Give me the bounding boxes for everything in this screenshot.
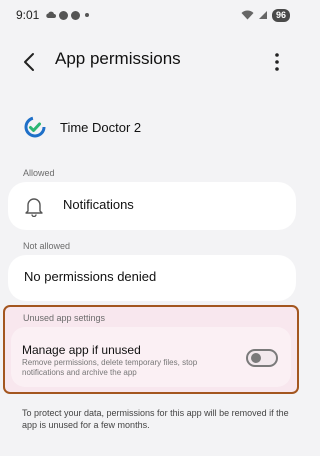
section-label-not-allowed: Not allowed <box>23 241 71 251</box>
manage-app-toggle[interactable] <box>246 349 278 367</box>
status-time: 9:01 <box>16 8 40 22</box>
time-doctor-logo-icon <box>24 116 46 138</box>
app-info-row: Time Doctor 2 <box>24 114 141 140</box>
messenger-icon <box>59 10 69 20</box>
section-label-unused: Unused app settings <box>23 313 106 323</box>
section-label-allowed: Allowed <box>23 168 55 178</box>
manage-app-title: Manage app if unused <box>22 343 141 357</box>
back-button[interactable] <box>18 50 42 74</box>
manage-app-if-unused-item[interactable]: Manage app if unused Remove permissions,… <box>11 327 291 387</box>
more-vert-icon <box>275 53 279 71</box>
app-bar: App permissions <box>0 42 304 78</box>
more-notifications-dot-icon <box>85 13 90 17</box>
app-name: Time Doctor 2 <box>60 119 142 135</box>
status-notification-icons <box>45 10 90 20</box>
no-permissions-denied-item: No permissions denied <box>8 255 296 301</box>
back-arrow-icon <box>24 53 34 71</box>
more-options-button[interactable] <box>266 50 288 74</box>
battery-indicator: 96 <box>271 8 290 22</box>
footer-note: To protect your data, permissions for th… <box>22 408 289 430</box>
page-title: App permissions <box>55 49 181 68</box>
status-right: 96 <box>241 8 290 22</box>
signal-icon <box>258 11 267 19</box>
toggle-knob <box>251 353 261 363</box>
permission-item-notifications[interactable]: Notifications <box>8 182 296 230</box>
cloud-icon <box>46 11 57 18</box>
manage-app-description: Remove permissions, delete temporary fil… <box>22 358 198 377</box>
messenger-icon-2 <box>71 10 81 20</box>
status-bar: 9:01 96 <box>0 0 304 30</box>
bell-icon <box>25 198 43 217</box>
permission-label: Notifications <box>63 197 134 212</box>
wifi-icon <box>241 10 254 20</box>
no-permissions-label: No permissions denied <box>24 269 157 284</box>
